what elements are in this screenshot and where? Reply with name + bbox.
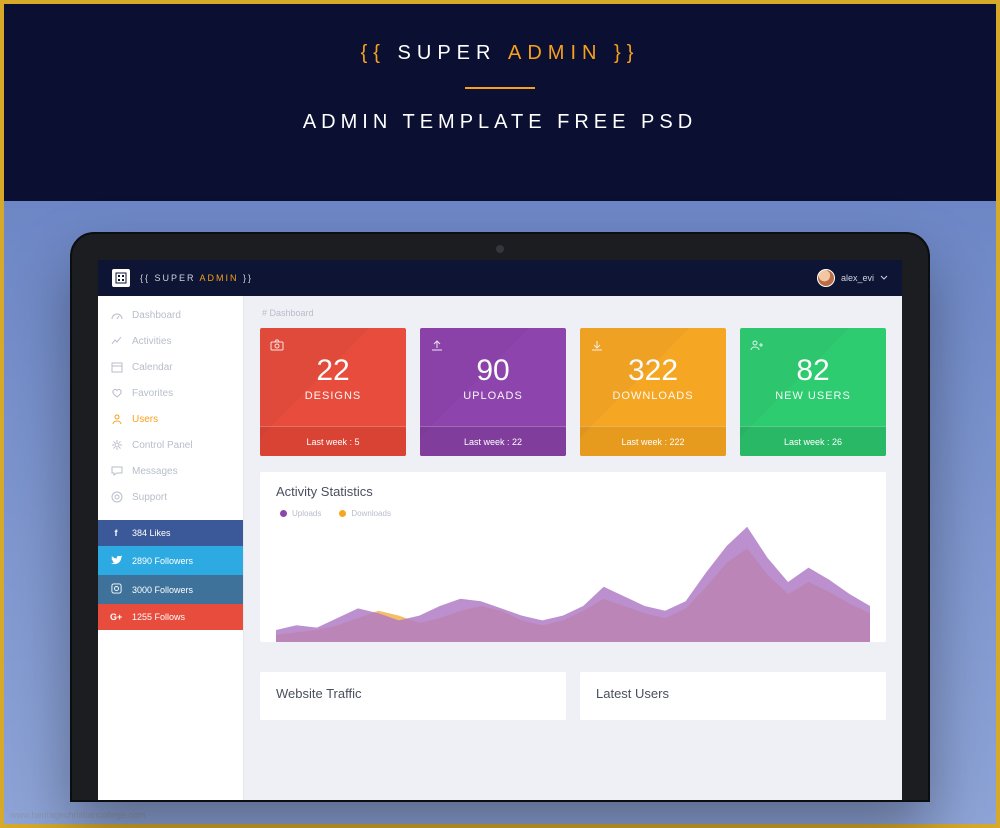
main-area: # Dashboard 22 DESIGNS Last week : 5 90 … [244,296,902,800]
sidebar-item-label: Support [132,492,167,503]
card-designs[interactable]: 22 DESIGNS Last week : 5 [260,328,406,456]
chart-line-icon [110,335,124,347]
card-label: DESIGNS [270,390,396,402]
sidebar-item-support[interactable]: Support [98,484,243,510]
app-viewport: {{ SUPER ADMIN }} alex_evi Dashboard [98,260,902,800]
social-label: 1255 Follows [132,612,185,622]
social-google[interactable]: G+ 1255 Follows [98,604,243,630]
sidebar: Dashboard Activities Calendar Favor [98,296,244,800]
username: alex_evi [841,273,874,283]
upload-icon [430,338,444,357]
sidebar-social: f 384 Likes 2890 Followers 3000 Followers… [98,520,243,630]
card-value: 90 [430,354,556,388]
sidebar-item-label: Dashboard [132,310,181,321]
app-logo-icon[interactable] [112,269,130,287]
chart-legend: Uploads Downloads [280,509,870,518]
card-label: DOWNLOADS [590,390,716,402]
user-icon [110,413,124,425]
card-value: 82 [750,354,876,388]
gear-icon [110,439,124,451]
hero-word-1: SUPER [398,42,497,64]
app-brand: {{ SUPER ADMIN }} [140,273,253,283]
breadcrumb: # Dashboard [262,308,886,318]
user-plus-icon [750,338,764,357]
sidebar-item-calendar[interactable]: Calendar [98,354,243,380]
card-footer: Last week : 26 [740,426,886,456]
watermark: www.heritagechristiancollege.com [10,810,146,820]
gauge-icon [110,309,124,321]
user-menu[interactable]: alex_evi [817,269,888,287]
card-label: UPLOADS [430,390,556,402]
card-value: 22 [270,354,396,388]
panel-title: Website Traffic [276,686,550,701]
avatar [817,269,835,287]
sidebar-item-users[interactable]: Users [98,406,243,432]
sidebar-item-label: Control Panel [132,440,193,451]
social-label: 3000 Followers [132,585,193,595]
social-facebook[interactable]: f 384 Likes [98,520,243,546]
hero-logo: {{ SUPER ADMIN }} [4,42,996,65]
stat-cards: 22 DESIGNS Last week : 5 90 UPLOADS Last… [260,328,886,456]
message-icon [110,465,124,477]
legend-uploads: Uploads [280,509,321,518]
sidebar-item-label: Favorites [132,388,173,399]
card-footer: Last week : 222 [580,426,726,456]
social-twitter[interactable]: 2890 Followers [98,546,243,575]
sidebar-item-label: Calendar [132,362,173,373]
laptop-frame: {{ SUPER ADMIN }} alex_evi Dashboard [70,232,930,802]
sidebar-item-label: Users [132,414,158,425]
activity-panel: Activity Statistics Uploads Downloads [260,472,886,642]
hero-subtitle: ADMIN TEMPLATE FREE PSD [4,111,996,134]
panel-title: Latest Users [596,686,870,701]
sidebar-item-favorites[interactable]: Favorites [98,380,243,406]
brace-open: {{ [361,42,386,64]
heart-icon [110,387,124,399]
camera-icon [270,338,284,357]
twitter-icon [110,554,122,567]
sidebar-item-activities[interactable]: Activities [98,328,243,354]
card-downloads[interactable]: 322 DOWNLOADS Last week : 222 [580,328,726,456]
card-uploads[interactable]: 90 UPLOADS Last week : 22 [420,328,566,456]
card-footer: Last week : 5 [260,426,406,456]
chevron-down-icon [880,274,888,282]
hero-word-2: ADMIN [508,42,602,64]
legend-downloads: Downloads [339,509,391,518]
social-label: 384 Likes [132,528,171,538]
calendar-icon [110,361,124,373]
latest-users-panel: Latest Users [580,672,886,720]
sidebar-item-control-panel[interactable]: Control Panel [98,432,243,458]
sidebar-item-dashboard[interactable]: Dashboard [98,302,243,328]
panel-title: Activity Statistics [276,484,870,499]
app-topbar: {{ SUPER ADMIN }} alex_evi [98,260,902,296]
camera-dot [496,245,504,253]
traffic-panel: Website Traffic [260,672,566,720]
google-plus-icon: G+ [110,612,122,622]
card-value: 322 [590,354,716,388]
activity-chart [276,522,870,642]
sidebar-item-label: Activities [132,336,171,347]
hero-divider [465,87,535,89]
social-label: 2890 Followers [132,556,193,566]
hero-banner: {{ SUPER ADMIN }} ADMIN TEMPLATE FREE PS… [4,4,996,204]
card-footer: Last week : 22 [420,426,566,456]
card-new-users[interactable]: 82 NEW USERS Last week : 26 [740,328,886,456]
card-label: NEW USERS [750,390,876,402]
sidebar-nav: Dashboard Activities Calendar Favor [98,296,243,516]
sidebar-item-messages[interactable]: Messages [98,458,243,484]
social-instagram[interactable]: 3000 Followers [98,575,243,604]
facebook-icon: f [110,528,122,538]
sidebar-item-label: Messages [132,466,178,477]
brace-close: }} [614,42,639,64]
download-icon [590,338,604,357]
lifebuoy-icon [110,491,124,503]
instagram-icon [110,583,122,596]
